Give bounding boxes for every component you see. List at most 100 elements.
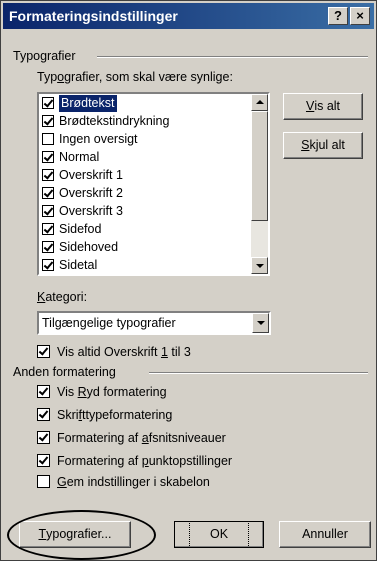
checkbox-box[interactable] <box>37 385 50 398</box>
category-value: Tilgængelige typografier <box>42 316 176 330</box>
title-bar: Formateringsindstillinger ? × <box>3 3 374 29</box>
label-text: Formatering af <box>57 454 142 468</box>
arrow-down-icon <box>256 264 264 268</box>
checkbox-box[interactable] <box>42 169 54 181</box>
other-option-checkbox[interactable]: Vis Ryd formatering <box>37 383 317 401</box>
label-text: fsnitsniveauer <box>148 431 226 445</box>
close-button[interactable]: × <box>350 7 370 25</box>
checkbox-box[interactable] <box>42 259 54 271</box>
label-text: Vis altid Overskrift <box>57 345 161 359</box>
list-item-label: Sidetal <box>59 258 98 272</box>
label-text: unktopstillinger <box>148 454 233 468</box>
other-option-checkbox[interactable]: Formatering af afsnitsniveauer <box>37 429 317 447</box>
arrow-up-icon <box>256 100 264 104</box>
scroll-thumb[interactable] <box>251 111 268 221</box>
btn-text: is alt <box>314 99 341 113</box>
chevron-down-icon <box>257 321 265 325</box>
highlight-circle <box>7 510 156 560</box>
checkbox-box[interactable] <box>37 408 50 421</box>
list-item-label: Sidefod <box>59 222 102 236</box>
list-item[interactable]: Brødtekst <box>41 95 249 112</box>
section-divider <box>97 56 368 58</box>
checkbox-label: Formatering af afsnitsniveauer <box>57 429 226 447</box>
formatting-options-dialog: Formateringsindstillinger ? × Typografie… <box>0 0 377 561</box>
list-item-label: Overskrift 3 <box>59 204 123 218</box>
checkbox-label: Vis altid Overskrift 1 til 3 <box>57 343 191 361</box>
category-label: Kategori: <box>37 290 87 304</box>
label-text: em indstillinger i skabelon <box>66 475 210 489</box>
scroll-up-button[interactable] <box>251 94 268 111</box>
accel: G <box>57 475 67 489</box>
styles-section-heading: Typografier <box>13 49 76 63</box>
label-text: Typ <box>37 70 58 84</box>
checkbox-box[interactable] <box>42 97 54 109</box>
checkbox-box[interactable] <box>37 431 50 444</box>
styles-listbox[interactable]: Brødtekst Brødtekstindrykning Ingen oversi… <box>37 92 270 276</box>
label-text: yd formatering <box>86 385 167 399</box>
checkbox-box[interactable] <box>37 345 50 358</box>
list-item-label: Overskrift 2 <box>59 186 123 200</box>
list-item-label: Brødtekst <box>59 95 117 112</box>
list-item[interactable]: Normal <box>41 149 249 166</box>
checkbox-box[interactable] <box>42 115 54 127</box>
other-option-checkbox[interactable]: Skrifttypeformatering <box>37 406 317 424</box>
accel: V <box>305 99 315 113</box>
checkbox-label: Vis Ryd formatering <box>57 383 167 401</box>
section-divider <box>149 372 368 374</box>
scroll-down-button[interactable] <box>251 257 268 274</box>
btn-text: OK <box>188 521 250 548</box>
list-item-label: Ingen oversigt <box>59 132 138 146</box>
accel: a <box>141 431 149 445</box>
list-item[interactable]: Sidehoved <box>41 239 249 256</box>
list-item-label: Brødtekstindrykning <box>59 114 170 128</box>
list-item[interactable]: Overskrift 3 <box>41 203 249 220</box>
always-show-headings-checkbox[interactable]: Vis altid Overskrift 1 til 3 <box>37 343 277 361</box>
label-text: til 3 <box>167 345 191 359</box>
checkbox-box[interactable] <box>42 205 54 217</box>
checkbox-box[interactable] <box>42 223 54 235</box>
hide-all-button[interactable]: Skjul alt <box>283 132 363 159</box>
list-item-label: Sidehoved <box>59 240 119 254</box>
cancel-button[interactable]: Annuller <box>279 521 371 548</box>
accel: R <box>77 385 87 399</box>
checkbox-box[interactable] <box>37 475 50 488</box>
accel: 1 <box>160 345 168 359</box>
ok-button[interactable]: OK <box>174 521 264 548</box>
list-item[interactable]: Brødtekstindrykning <box>41 113 249 130</box>
accel: S <box>301 138 310 152</box>
window-title: Formateringsindstillinger <box>9 8 178 24</box>
label-text: Formatering af <box>57 431 142 445</box>
category-dropdown[interactable]: Tilgængelige typografier <box>37 311 271 335</box>
visible-styles-label: Typografier, som skal være synlige: <box>37 70 233 84</box>
list-item[interactable]: Overskrift 1 <box>41 167 249 184</box>
checkbox-box[interactable] <box>42 241 54 253</box>
checkbox-box[interactable] <box>42 133 54 145</box>
checkbox-label: Formatering af punktopstillinger <box>57 452 232 470</box>
accel: p <box>141 454 149 468</box>
checkbox-label: Gem indstillinger i skabelon <box>57 473 210 491</box>
list-item[interactable]: Sidefod <box>41 221 249 238</box>
label-text: ttypeformatering <box>82 408 173 422</box>
styles-list: Brødtekst Brødtekstindrykning Ingen oversi… <box>39 94 251 274</box>
list-item-label: Normal <box>59 150 100 164</box>
checkbox-box[interactable] <box>42 187 54 199</box>
checkbox-box[interactable] <box>37 454 50 467</box>
help-button[interactable]: ? <box>328 7 348 25</box>
list-item-label: Overskrift 1 <box>59 168 123 182</box>
show-all-button[interactable]: Vis alt <box>283 93 363 120</box>
btn-text: kjul alt <box>309 138 345 152</box>
label-text: ategori: <box>45 290 88 304</box>
other-formatting-heading: Anden formatering <box>13 365 116 379</box>
list-item[interactable]: Ingen oversigt <box>41 131 249 148</box>
list-item[interactable]: Overskrift 2 <box>41 185 249 202</box>
save-in-template-checkbox[interactable]: Gem indstillinger i skabelon <box>37 473 277 491</box>
label-text: Vis <box>57 385 78 399</box>
checkbox-label: Skrifttypeformatering <box>57 406 172 424</box>
scrollbar[interactable] <box>251 94 268 274</box>
other-option-checkbox[interactable]: Formatering af punktopstillinger <box>37 452 317 470</box>
checkbox-box[interactable] <box>42 151 54 163</box>
dropdown-button[interactable] <box>252 313 269 333</box>
list-item[interactable]: Sidetal <box>41 257 249 274</box>
label-text: Skri <box>57 408 79 422</box>
label-text: grafier, som skal være synlige: <box>64 70 233 84</box>
